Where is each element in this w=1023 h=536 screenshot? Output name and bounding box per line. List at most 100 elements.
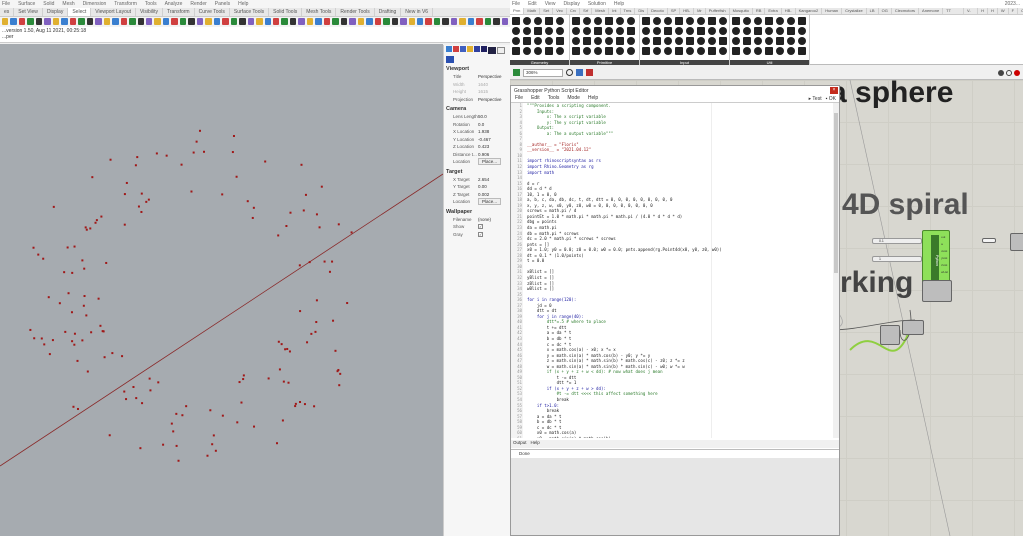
component-icon[interactable] <box>556 37 564 45</box>
point-marker[interactable] <box>111 352 114 355</box>
point-marker[interactable] <box>81 259 84 262</box>
menu-item[interactable]: Tools <box>145 1 157 7</box>
component-icon[interactable] <box>642 47 650 55</box>
point-marker[interactable] <box>175 444 178 447</box>
component-icon[interactable] <box>664 27 672 35</box>
point-marker[interactable] <box>149 389 152 392</box>
point-marker[interactable] <box>125 398 128 401</box>
component-icon[interactable] <box>616 37 624 45</box>
point-marker[interactable] <box>195 140 198 143</box>
viewport-props-icon[interactable] <box>488 47 496 54</box>
component-icon[interactable] <box>675 17 683 25</box>
zoom-extents-icon[interactable] <box>566 69 573 76</box>
component-icon[interactable] <box>512 27 520 35</box>
component-icon[interactable] <box>787 17 795 25</box>
point-marker[interactable] <box>123 193 126 196</box>
toolbar-icon[interactable] <box>103 18 111 25</box>
component-icon[interactable] <box>697 47 705 55</box>
component-icon[interactable] <box>627 47 635 55</box>
toolbar-icon[interactable] <box>61 18 68 25</box>
component-icon[interactable] <box>545 27 553 35</box>
named-view-icon[interactable] <box>497 47 505 54</box>
point-marker[interactable] <box>71 340 74 343</box>
property-value[interactable]: 2.654 <box>478 177 510 182</box>
component-icon[interactable] <box>664 47 672 55</box>
component-icon[interactable] <box>787 47 795 55</box>
component-icon[interactable] <box>572 37 580 45</box>
target-place-button[interactable]: Place... <box>478 198 502 206</box>
code-scrollbar[interactable] <box>833 103 839 438</box>
toolbar-icon[interactable] <box>383 18 390 25</box>
point-marker[interactable] <box>232 134 235 137</box>
point-marker[interactable] <box>306 341 309 344</box>
point-marker[interactable] <box>286 347 289 350</box>
gh-menu-item[interactable]: View <box>545 1 556 7</box>
point-marker[interactable] <box>300 163 303 166</box>
component-icon[interactable] <box>523 47 531 55</box>
component-icon[interactable] <box>605 27 613 35</box>
point-marker[interactable] <box>81 339 84 342</box>
component-icon[interactable] <box>523 37 531 45</box>
point-marker[interactable] <box>162 443 165 446</box>
toolbar-icon[interactable] <box>357 18 365 25</box>
component-icon[interactable] <box>798 27 806 35</box>
toolbar-icon[interactable] <box>298 18 305 25</box>
component-icon[interactable] <box>572 27 580 35</box>
component-icon[interactable] <box>787 37 795 45</box>
toolbar-icon[interactable] <box>213 18 221 25</box>
toolbar-icon[interactable] <box>315 18 322 25</box>
menu-item[interactable]: Render <box>190 1 206 7</box>
point-marker[interactable] <box>83 267 86 270</box>
toolbar-tab[interactable]: Visibility <box>136 8 163 16</box>
gh-tab[interactable]: Vec <box>553 8 567 14</box>
component-icon[interactable] <box>732 37 740 45</box>
point-marker[interactable] <box>318 226 321 229</box>
point-marker[interactable] <box>72 405 75 408</box>
point-marker[interactable] <box>315 299 318 302</box>
point-marker[interactable] <box>350 231 353 234</box>
property-value[interactable]: 0.00 <box>478 184 510 189</box>
point-marker[interactable] <box>100 215 103 218</box>
perspective-viewport[interactable] <box>0 44 443 536</box>
component-icon[interactable] <box>583 27 591 35</box>
component-icon[interactable] <box>732 17 740 25</box>
layer-icon[interactable] <box>467 46 473 52</box>
gh-tab[interactable]: Srf <box>580 8 593 14</box>
component-icon[interactable] <box>653 17 661 25</box>
point-marker[interactable] <box>137 205 140 208</box>
component-icon[interactable] <box>556 47 564 55</box>
point-marker[interactable] <box>76 407 79 410</box>
component-icon[interactable] <box>754 47 762 55</box>
toolbar-icon[interactable] <box>306 18 314 25</box>
editor-menu-item[interactable]: Help <box>588 95 598 102</box>
component-icon[interactable] <box>512 47 520 55</box>
property-value[interactable]: 0.002 <box>478 192 510 197</box>
point-marker[interactable] <box>141 402 144 405</box>
point-marker[interactable] <box>235 175 238 178</box>
light-icon[interactable] <box>460 46 466 52</box>
toolbar-icon[interactable] <box>273 18 280 25</box>
point-marker[interactable] <box>294 402 297 405</box>
ok-button[interactable]: ▪ OK <box>826 96 836 102</box>
point-marker[interactable] <box>172 430 175 433</box>
toolbar-icon[interactable] <box>112 18 119 25</box>
toolbar-icon[interactable] <box>230 18 238 25</box>
gh-menu-item[interactable]: Edit <box>528 1 537 7</box>
point-marker[interactable] <box>43 343 46 346</box>
menu-item[interactable]: Dimension <box>83 1 107 7</box>
point-marker[interactable] <box>180 163 183 166</box>
toolbar-icon[interactable] <box>205 18 212 25</box>
toolbar-icon[interactable] <box>484 18 492 25</box>
gh-menu-item[interactable]: Help <box>614 1 624 7</box>
point-marker[interactable] <box>64 330 67 333</box>
number-slider[interactable]: 1 <box>872 256 922 262</box>
python-output-param[interactable]: wList <box>941 269 948 276</box>
gh-tab[interactable]: RB <box>753 8 766 14</box>
component-icon[interactable] <box>765 37 773 45</box>
component-icon[interactable] <box>743 17 751 25</box>
gh-tab[interactable]: V-Ray <box>964 8 979 14</box>
point-marker[interactable] <box>214 449 217 452</box>
property-value[interactable]: 1.938 <box>478 129 510 134</box>
point-marker[interactable] <box>323 260 326 263</box>
property-value[interactable]: Perspective <box>478 97 510 102</box>
